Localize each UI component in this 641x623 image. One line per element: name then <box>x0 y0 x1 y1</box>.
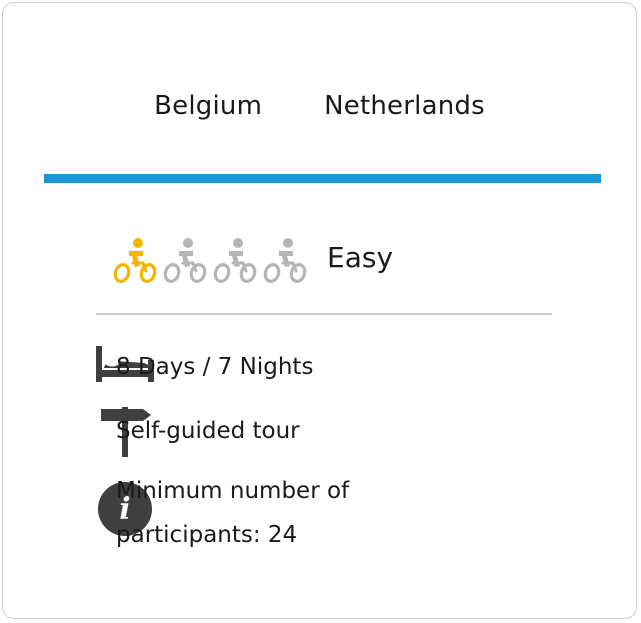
cyclist-icon-3 <box>213 237 259 285</box>
difficulty-rating: Easy <box>113 231 393 291</box>
cyclist-icon-2 <box>163 237 209 285</box>
duration-text: 8 Days / 7 Nights <box>116 354 314 380</box>
tour-type-text: Self-guided tour <box>116 418 300 444</box>
destination-belgium: Belgium <box>154 91 263 121</box>
participants-text: Minimum number of participants: 24 <box>116 478 350 548</box>
destination-netherlands: Netherlands <box>324 91 485 121</box>
divider <box>96 313 552 315</box>
tour-info-card: Belgium Netherlands Easy 8 Days / 7 Night… <box>2 2 637 619</box>
difficulty-label: Easy <box>327 240 394 274</box>
accent-bar <box>44 174 601 183</box>
cyclist-icon-4 <box>263 237 309 285</box>
destination-list: Belgium Netherlands <box>3 91 636 121</box>
cyclist-icon-1 <box>113 237 159 285</box>
